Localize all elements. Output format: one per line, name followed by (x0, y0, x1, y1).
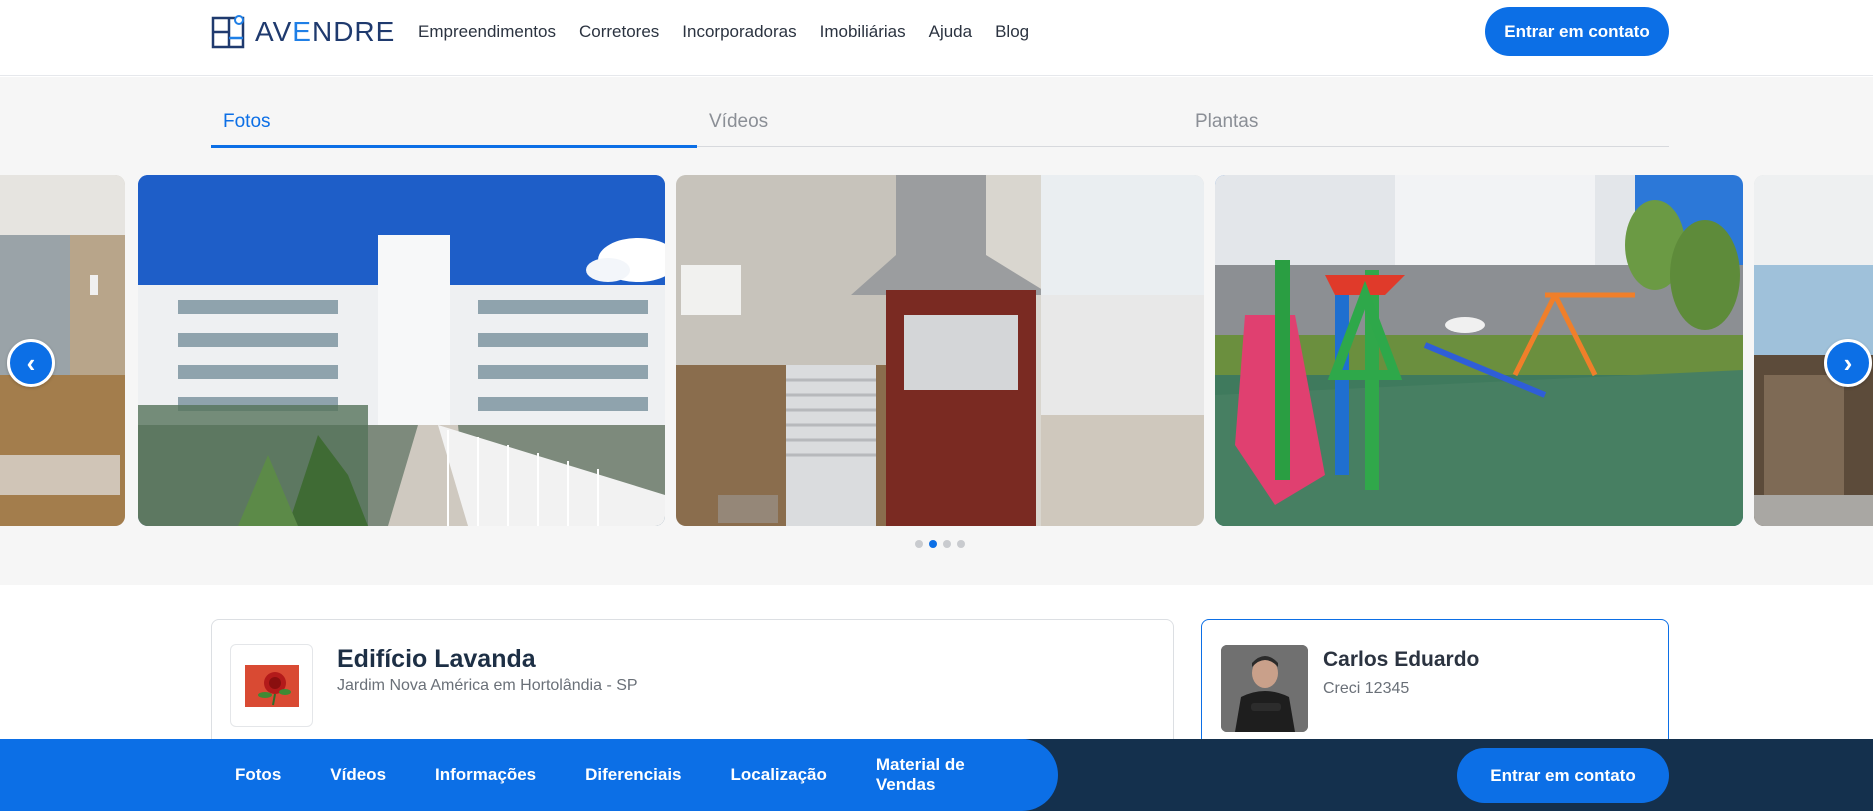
brand-logo[interactable]: AVENDRE (211, 14, 395, 50)
gallery-photo-building[interactable] (138, 175, 665, 526)
carousel-dot[interactable] (943, 540, 951, 548)
chevron-right-icon: › (1843, 347, 1853, 378)
gallery-photo-playground[interactable] (1215, 175, 1743, 526)
broker-avatar (1221, 645, 1308, 732)
site-header: AVENDRE Empreendimentos Corretores Incor… (0, 0, 1873, 76)
broker-creci: Creci 12345 (1323, 680, 1410, 697)
tab-plantas[interactable]: Plantas (1183, 107, 1669, 147)
logo-wordmark: AVENDRE (255, 16, 396, 47)
broker-name: Carlos Eduardo (1323, 648, 1480, 671)
section-nav: Fotos Vídeos Informações Diferenciais Lo… (0, 739, 1058, 811)
carousel-dot-active[interactable] (929, 540, 937, 548)
chevron-left-icon: ‹ (26, 347, 36, 378)
property-location: Jardim Nova América em Hortolândia - SP (337, 677, 638, 694)
section-link-informacoes[interactable]: Informações (435, 765, 536, 785)
section-link-material-vendas[interactable]: Material de Vendas (876, 755, 1009, 795)
carousel-dots (915, 540, 965, 548)
nav-empreendimentos[interactable]: Empreendimentos (418, 21, 556, 43)
nav-imobiliarias[interactable]: Imobiliárias (820, 21, 906, 43)
tab-fotos[interactable]: Fotos (211, 107, 697, 148)
media-tabs: Fotos Vídeos Plantas (211, 107, 1669, 148)
carousel-dot[interactable] (957, 540, 965, 548)
tab-videos[interactable]: Vídeos (697, 107, 1183, 147)
developer-logo (230, 644, 313, 727)
nav-corretores[interactable]: Corretores (579, 21, 659, 43)
nav-ajuda[interactable]: Ajuda (929, 21, 972, 43)
section-link-videos[interactable]: Vídeos (330, 765, 386, 785)
section-link-fotos[interactable]: Fotos (235, 765, 281, 785)
logo-icon (211, 15, 245, 49)
section-link-localizacao[interactable]: Localização (731, 765, 827, 785)
nav-incorporadoras[interactable]: Incorporadoras (682, 21, 796, 43)
gallery-photo-barbecue[interactable] (676, 175, 1204, 526)
contact-button-bottom[interactable]: Entrar em contato (1457, 748, 1669, 803)
sticky-bottom-bar: Fotos Vídeos Informações Diferenciais Lo… (0, 739, 1873, 811)
property-name: Edifício Lavanda (337, 645, 536, 673)
section-link-diferenciais[interactable]: Diferenciais (585, 765, 681, 785)
carousel-prev-button[interactable]: ‹ (7, 339, 55, 387)
nav-blog[interactable]: Blog (995, 21, 1029, 43)
main-nav: Empreendimentos Corretores Incorporadora… (418, 21, 1052, 43)
media-gallery: Fotos Vídeos Plantas ‹ › (0, 77, 1873, 585)
contact-button[interactable]: Entrar em contato (1485, 7, 1669, 56)
carousel-dot[interactable] (915, 540, 923, 548)
rose-logo-icon (244, 664, 299, 707)
carousel-next-button[interactable]: › (1824, 339, 1872, 387)
